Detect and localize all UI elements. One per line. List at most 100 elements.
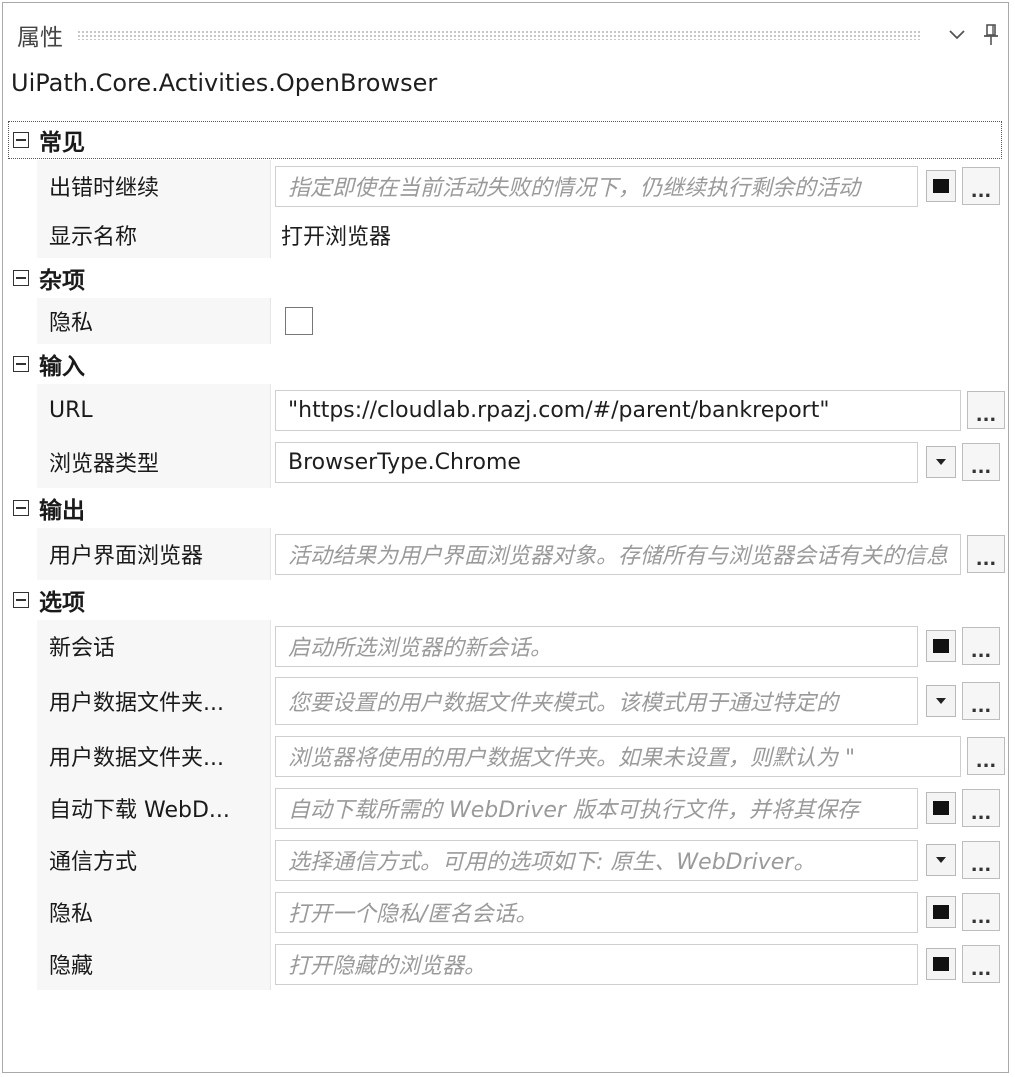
- property-value-input[interactable]: 选择通信方式。可用的选项如下: 原生、WebDriver。: [275, 839, 918, 881]
- property-row: 自动下载 WebD... 自动下载所需的 WebDriver 版本可执行文件，并将…: [7, 782, 1003, 834]
- input-hint: 浏览器将使用的用户数据文件夹。如果未设置，则默认为 ": [288, 746, 856, 771]
- property-value-input[interactable]: 活动结果为用户界面浏览器对象。存储所有与浏览器会话有关的信息: [275, 533, 961, 575]
- property-grid: 常见 出错时继续 指定即使在当前活动失败的情况下，仍继续执行剩余的活动... 显示名称…: [7, 120, 1005, 990]
- category-label: 选项: [39, 590, 85, 616]
- property-value-cell: 您要设置的用户数据文件夹模式。该模式用于通过特定的自定义文件夹，使用用户数据文件…: [271, 672, 1003, 730]
- property-row: 出错时继续 指定即使在当前活动失败的情况下，仍继续执行剩余的活动...: [7, 160, 1003, 212]
- title-grip[interactable]: [77, 30, 922, 40]
- input-value: BrowserType.Chrome: [288, 449, 521, 475]
- property-row: URL "https://cloudlab.rpazj.com/#/parent/…: [7, 384, 1005, 436]
- category-header[interactable]: 输出: [7, 488, 1003, 528]
- property-value-input[interactable]: "https://cloudlab.rpazj.com/#/parent/ban…: [275, 389, 961, 431]
- ellipsis-button[interactable]: ...: [962, 841, 1000, 879]
- property-value-input[interactable]: 打开一个隐私/匿名会话。: [275, 891, 918, 933]
- property-value-input[interactable]: 启动所选浏览器的新会话。: [275, 625, 918, 667]
- property-value-input[interactable]: BrowserType.Chrome: [275, 441, 918, 483]
- property-name: URL: [37, 384, 271, 436]
- ellipsis-button[interactable]: ...: [962, 893, 1000, 931]
- property-value-cell: [271, 298, 1003, 344]
- activity-type-name: UiPath.Core.Activities.OpenBrowser: [11, 69, 438, 97]
- input-hint-line2: 自定义文件夹，使用用户数据文件夹路径指定的文件夹: [288, 721, 838, 724]
- checked-square-icon[interactable]: [926, 630, 956, 662]
- property-value-input[interactable]: 浏览器将使用的用户数据文件夹。如果未设置，则默认为 ": [275, 735, 961, 777]
- property-value-cell: 浏览器将使用的用户数据文件夹。如果未设置，则默认为 "...: [271, 730, 1005, 782]
- category-header[interactable]: 选项: [7, 580, 1003, 620]
- category-header[interactable]: 常见: [7, 120, 1003, 160]
- properties-panel: 属性 UiPath.Core.Activities.OpenBrowser 常见…: [2, 2, 1009, 1073]
- collapse-icon[interactable]: [13, 356, 29, 372]
- row-gutter: [7, 528, 37, 580]
- checked-square-icon[interactable]: [926, 170, 956, 202]
- row-gutter: [7, 160, 37, 212]
- chevron-down-icon[interactable]: [940, 15, 974, 55]
- category-header[interactable]: 杂项: [7, 258, 1003, 298]
- dropdown-arrow-icon[interactable]: [926, 685, 956, 717]
- category-label: 输出: [39, 498, 85, 524]
- category-header[interactable]: 输入: [7, 344, 1003, 384]
- property-row: 用户界面浏览器 活动结果为用户界面浏览器对象。存储所有与浏览器会话有关的信息...: [7, 528, 1005, 580]
- checked-square-icon[interactable]: [926, 896, 956, 928]
- collapse-icon[interactable]: [13, 132, 29, 148]
- input-hint: 打开隐藏的浏览器。: [288, 954, 487, 979]
- property-value-cell: BrowserType.Chrome...: [271, 436, 1003, 488]
- input-hint: 选择通信方式。可用的选项如下: 原生、WebDriver。: [288, 850, 816, 875]
- ellipsis-button[interactable]: ...: [962, 167, 1000, 205]
- input-hint: 打开一个隐私/匿名会话。: [288, 902, 538, 927]
- property-value-input[interactable]: 自动下载所需的 WebDriver 版本可执行文件，并将其保存: [275, 787, 918, 829]
- ellipsis-button[interactable]: ...: [962, 789, 1000, 827]
- property-value-cell: 打开浏览器: [271, 212, 1003, 258]
- row-gutter: [7, 212, 37, 258]
- row-gutter: [7, 834, 37, 886]
- property-row: 用户数据文件夹... 浏览器将使用的用户数据文件夹。如果未设置，则默认为 "...: [7, 730, 1005, 782]
- ellipsis-button[interactable]: ...: [967, 535, 1005, 573]
- check-fill: [933, 957, 949, 971]
- ellipsis-button[interactable]: ...: [967, 737, 1005, 775]
- dropdown-triangle: [936, 459, 946, 465]
- pin-icon[interactable]: [974, 15, 1008, 55]
- property-name: 隐私: [37, 298, 271, 344]
- property-checkbox[interactable]: [285, 307, 313, 335]
- category-label: 常见: [39, 130, 85, 156]
- row-gutter: [7, 384, 37, 436]
- ellipsis-button[interactable]: ...: [962, 682, 1000, 720]
- check-fill: [933, 639, 949, 653]
- ellipsis-button[interactable]: ...: [967, 391, 1005, 429]
- property-row: 显示名称 打开浏览器: [7, 212, 1003, 258]
- property-name: 用户数据文件夹...: [37, 672, 271, 730]
- property-value-cell: "https://cloudlab.rpazj.com/#/parent/ban…: [271, 384, 1005, 436]
- category-label: 杂项: [39, 268, 85, 294]
- dropdown-arrow-icon[interactable]: [926, 446, 956, 478]
- check-fill: [933, 801, 949, 815]
- property-name: 自动下载 WebD...: [37, 782, 271, 834]
- property-value-input[interactable]: 您要设置的用户数据文件夹模式。该模式用于通过特定的自定义文件夹，使用用户数据文件…: [275, 677, 918, 725]
- ellipsis-button[interactable]: ...: [962, 945, 1000, 983]
- checked-square-icon[interactable]: [926, 792, 956, 824]
- property-name: 出错时继续: [37, 160, 271, 212]
- input-hint-line1: 您要设置的用户数据文件夹模式。该模式用于通过特定的: [288, 691, 839, 716]
- category-label: 输入: [39, 354, 85, 380]
- property-name: 显示名称: [37, 212, 271, 258]
- input-value: "https://cloudlab.rpazj.com/#/parent/ban…: [288, 397, 830, 423]
- property-value-input[interactable]: 打开隐藏的浏览器。: [275, 943, 918, 985]
- panel-title: 属性: [17, 25, 63, 51]
- ellipsis-button[interactable]: ...: [962, 627, 1000, 665]
- check-fill: [933, 905, 949, 919]
- property-value-text[interactable]: 打开浏览器: [275, 219, 391, 251]
- input-hint: 指定即使在当前活动失败的情况下，仍继续执行剩余的活动: [288, 176, 861, 201]
- property-row: 隐私 打开一个隐私/匿名会话。...: [7, 886, 1003, 938]
- ellipsis-button[interactable]: ...: [962, 443, 1000, 481]
- collapse-icon[interactable]: [13, 270, 29, 286]
- property-value-input[interactable]: 指定即使在当前活动失败的情况下，仍继续执行剩余的活动: [275, 165, 918, 207]
- property-row: 新会话 启动所选浏览器的新会话。...: [7, 620, 1003, 672]
- collapse-icon[interactable]: [13, 500, 29, 516]
- checked-square-icon[interactable]: [926, 948, 956, 980]
- property-name: 新会话: [37, 620, 271, 672]
- property-value-cell: 打开一个隐私/匿名会话。...: [271, 886, 1003, 938]
- property-row: 隐藏 打开隐藏的浏览器。...: [7, 938, 1003, 990]
- row-gutter: [7, 730, 37, 782]
- property-name: 隐藏: [37, 938, 271, 990]
- dropdown-arrow-icon[interactable]: [926, 844, 956, 876]
- row-gutter: [7, 672, 37, 730]
- property-value-cell: 指定即使在当前活动失败的情况下，仍继续执行剩余的活动...: [271, 160, 1003, 212]
- collapse-icon[interactable]: [13, 592, 29, 608]
